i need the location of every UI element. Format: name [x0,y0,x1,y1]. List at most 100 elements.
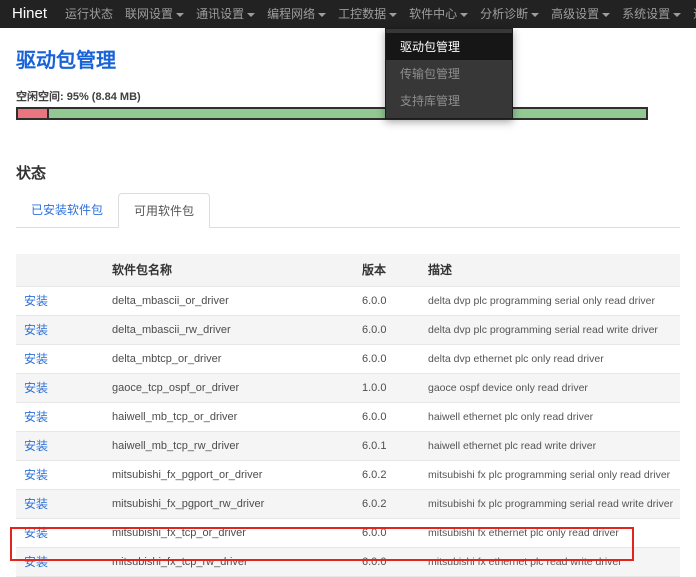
package-version-cell: 6.0.0 [354,547,420,576]
package-version-cell: 6.0.2 [354,460,420,489]
top-navbar: Hinet 运行状态 联网设置 通讯设置 编程网络 工控数据 软件中心 分析诊断… [0,0,696,28]
caret-down-icon [673,13,681,17]
package-name-cell: haiwell_mb_tcp_or_driver [104,402,354,431]
package-version-cell: 6.0.0 [354,315,420,344]
package-description-cell: gaoce ospf device only read driver [420,373,680,402]
progressbar-free-segment [49,109,646,118]
install-cell: 安装 [16,373,104,402]
page-title: 驱动包管理 [16,44,696,73]
package-name-cell: haiwell_mb_tcp_rw_driver [104,431,354,460]
package-version-cell: 6.0.2 [354,489,420,518]
table-header-cell: 软件包名称 [104,254,354,286]
install-link[interactable]: 安装 [24,410,48,424]
table-header-row: 软件包名称版本描述 [16,254,680,286]
table-row: 安装 mitsubishi_fx_pgport_or_driver 6.0.2 … [16,460,680,489]
dropdown-item-2[interactable]: 传输包管理 [386,60,512,87]
progressbar-used-segment [18,109,49,118]
install-link[interactable]: 安装 [24,352,48,366]
free-space-progressbar [16,107,648,120]
table-row: 安装 haiwell_mb_tcp_or_driver 6.0.0 haiwel… [16,402,680,431]
package-tabs: 已安装软件包 可用软件包 [16,193,680,228]
package-description-cell: delta dvp plc programming serial only re… [420,286,680,315]
package-version-cell: 6.0.0 [354,402,420,431]
package-description-cell: haiwell ethernet plc read write driver [420,431,680,460]
table-row: 安装 mitsubishi_fx_pgport_rw_driver 6.0.2 … [16,489,680,518]
software-center-dropdown: 驱动包管理 传输包管理 支持库管理 [385,28,513,119]
install-cell: 安装 [16,402,104,431]
nav-item-3[interactable]: 通讯设置 [190,0,261,28]
caret-down-icon [318,13,326,17]
package-description-cell: mitsubishi fx plc programming serial rea… [420,489,680,518]
install-cell: 安装 [16,315,104,344]
table-header-cell: 描述 [420,254,680,286]
table-row: 安装 delta_mbtcp_or_driver 6.0.0 delta dvp… [16,344,680,373]
nav-item-2[interactable]: 联网设置 [119,0,190,28]
brand-logo[interactable]: Hinet [0,0,59,28]
dropdown-item-1[interactable]: 驱动包管理 [386,33,512,60]
package-name-cell: delta_mbascii_rw_driver [104,315,354,344]
table-header-cell: 版本 [354,254,420,286]
nav-item-4[interactable]: 编程网络 [261,0,332,28]
package-description-cell: mitsubishi fx ethernet plc only read dri… [420,518,680,547]
package-name-cell: mitsubishi_fx_pgport_rw_driver [104,489,354,518]
caret-down-icon [176,13,184,17]
nav-item-5[interactable]: 工控数据 [332,0,403,28]
caret-down-icon [247,13,255,17]
install-cell: 安装 [16,431,104,460]
table-row: 安装 haiwell_mb_tcp_rw_driver 6.0.1 haiwel… [16,431,680,460]
install-cell: 安装 [16,460,104,489]
table-row: 安装 delta_mbascii_rw_driver 6.0.0 delta d… [16,315,680,344]
nav-menu: 运行状态 联网设置 通讯设置 编程网络 工控数据 软件中心 分析诊断 高级设置 … [59,0,696,28]
table-row: 安装 mitsubishi_fx_tcp_or_driver 6.0.0 mit… [16,518,680,547]
install-cell: 安装 [16,286,104,315]
package-name-cell: delta_mbascii_or_driver [104,286,354,315]
caret-down-icon [602,13,610,17]
package-name-cell: mitsubishi_fx_tcp_rw_driver [104,547,354,576]
package-version-cell: 1.0.0 [354,373,420,402]
install-link[interactable]: 安装 [24,323,48,337]
package-name-cell: mitsubishi_fx_pgport_or_driver [104,460,354,489]
table-header-cell [16,254,104,286]
package-name-cell: gaoce_tcp_ospf_or_driver [104,373,354,402]
package-name-cell: mitsubishi_fx_tcp_or_driver [104,518,354,547]
table-row: 安装 delta_mbascii_or_driver 6.0.0 delta d… [16,286,680,315]
package-version-cell: 6.0.0 [354,344,420,373]
package-version-cell: 6.0.1 [354,431,420,460]
install-cell: 安装 [16,344,104,373]
status-heading: 状态 [16,162,696,183]
package-description-cell: mitsubishi fx plc programming serial onl… [420,460,680,489]
install-link[interactable]: 安装 [24,555,48,569]
package-description-cell: mitsubishi fx ethernet plc read write dr… [420,547,680,576]
nav-item-7[interactable]: 分析诊断 [474,0,545,28]
nav-item-1[interactable]: 运行状态 [59,0,119,28]
install-link[interactable]: 安装 [24,381,48,395]
dropdown-item-3[interactable]: 支持库管理 [386,87,512,114]
tab-2[interactable]: 可用软件包 [118,193,210,228]
package-description-cell: delta dvp ethernet plc only read driver [420,344,680,373]
install-link[interactable]: 安装 [24,526,48,540]
package-description-cell: delta dvp plc programming serial read wr… [420,315,680,344]
install-link[interactable]: 安装 [24,497,48,511]
package-description-cell: haiwell ethernet plc only read driver [420,402,680,431]
nav-item-10[interactable]: 退出 [687,0,696,28]
package-table: 软件包名称版本描述 安装 delta_mbascii_or_driver 6.0… [16,254,680,577]
table-row: 安装 gaoce_tcp_ospf_or_driver 1.0.0 gaoce … [16,373,680,402]
nav-item-6[interactable]: 软件中心 [403,0,474,28]
tab-1[interactable]: 已安装软件包 [16,193,118,228]
nav-item-9[interactable]: 系统设置 [616,0,687,28]
package-version-cell: 6.0.0 [354,286,420,315]
install-cell: 安装 [16,489,104,518]
install-cell: 安装 [16,547,104,576]
caret-down-icon [389,13,397,17]
install-link[interactable]: 安装 [24,439,48,453]
package-name-cell: delta_mbtcp_or_driver [104,344,354,373]
nav-item-8[interactable]: 高级设置 [545,0,616,28]
table-row-highlighted: 安装 mitsubishi_fx_tcp_rw_driver 6.0.0 mit… [16,547,680,576]
caret-down-icon [531,13,539,17]
install-link[interactable]: 安装 [24,468,48,482]
install-cell: 安装 [16,518,104,547]
caret-down-icon [460,13,468,17]
install-link[interactable]: 安装 [24,294,48,308]
free-space-label: 空闲空间: 95% (8.84 MB) [16,88,696,104]
package-version-cell: 6.0.0 [354,518,420,547]
